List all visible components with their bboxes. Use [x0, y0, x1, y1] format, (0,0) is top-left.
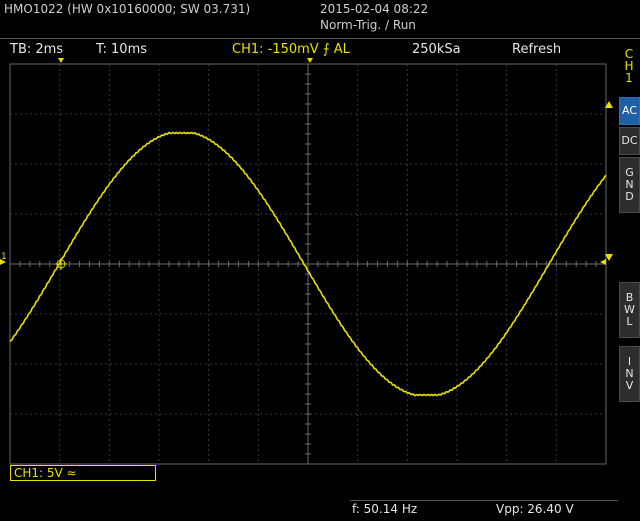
- waveform-display: 1: [0, 58, 613, 465]
- time-reference-marker: [307, 58, 313, 63]
- ground-marker-label: 1: [1, 252, 7, 262]
- trigger-position-marker: [58, 58, 64, 63]
- graticule-grid: [9, 63, 607, 465]
- frequency-measurement: f: 50.14 Hz: [352, 502, 418, 516]
- channel-scale-label: CH1: 5V ≈: [14, 466, 77, 480]
- channel-scale-box[interactable]: CH1: 5V ≈: [10, 465, 156, 481]
- vpp-measurement: Vpp: 26.40 V: [496, 502, 574, 516]
